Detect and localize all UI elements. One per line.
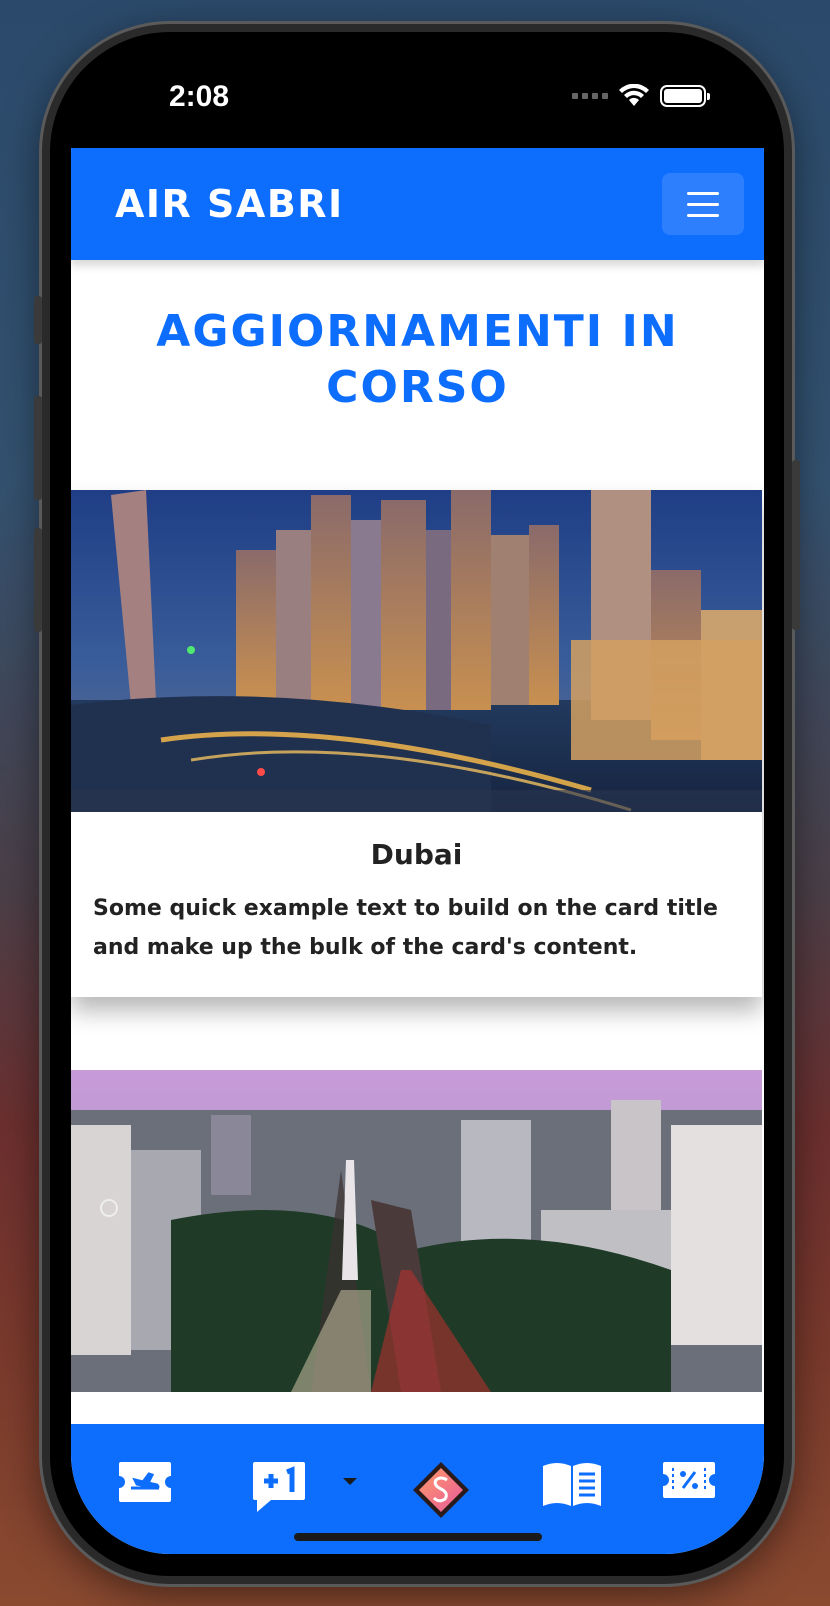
tab-flights[interactable] [117,1460,173,1504]
chevron-down-icon[interactable] [341,1475,359,1487]
wifi-icon [619,84,649,106]
card-body: Dubai Some quick example text to build o… [71,812,762,997]
navbar-brand[interactable]: AIR SABRI [115,182,344,226]
card-dubai[interactable]: Dubai Some quick example text to build o… [71,490,762,997]
main-content: AGGIORNAMENTI IN CORSO Dubai Some quick … [71,260,764,1554]
side-button [34,528,42,632]
page-title: AGGIORNAMENTI IN CORSO [156,306,679,413]
open-book-icon [543,1463,601,1506]
diamond-logo-icon [413,1462,469,1518]
status-bar: 2:08 [71,54,764,148]
side-button [34,296,42,344]
cellular-signal-icon [572,93,608,99]
card-title: Dubai [370,838,463,871]
app-viewport: AIR SABRI AGGIORNAMENTI IN CORSO Dubai S… [71,148,764,1554]
discount-ticket-icon [663,1462,715,1498]
phone-screen: 2:08 AIR SABRI AGGIORNAMENTI IN CORSO Du… [71,54,764,1554]
message-plus-one-icon [253,1462,305,1512]
tab-add[interactable] [251,1460,359,1514]
tab-offers[interactable] [661,1460,717,1500]
card-buenos-aires[interactable] [71,1070,762,1392]
status-time: 2:08 [169,80,230,113]
side-button [792,460,800,630]
ticket-plane-icon [119,1462,171,1502]
side-button [34,396,42,500]
status-icons [572,84,710,108]
menu-toggle-button[interactable] [662,173,744,235]
navbar: AIR SABRI [71,148,764,260]
tab-home[interactable] [411,1460,471,1520]
hamburger-icon [687,191,719,195]
home-indicator[interactable] [294,1533,542,1541]
battery-icon [660,85,710,107]
card-image-dubai [71,490,762,812]
card-image-city [71,1070,762,1392]
tab-guide[interactable] [541,1460,603,1508]
card-text: Some quick example text to build on the … [93,896,718,960]
